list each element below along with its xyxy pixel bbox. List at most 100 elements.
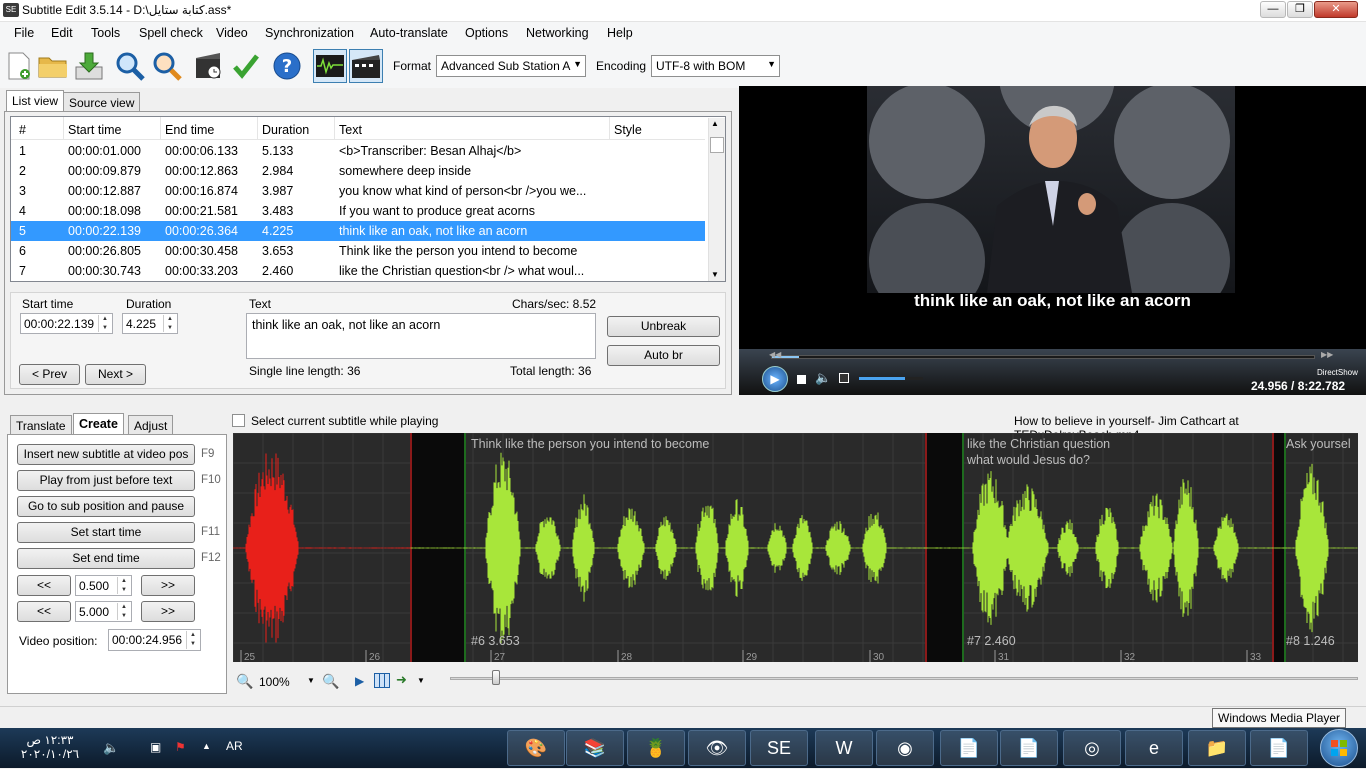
document-icon[interactable]: 📄 — [1000, 730, 1058, 766]
waveform-toggle-icon[interactable] — [313, 49, 347, 83]
table-row[interactable]: 6 00:00:26.805 00:00:30.458 3.653 Think like… — [11, 241, 705, 261]
subtitle-edit-icon[interactable]: SE — [750, 730, 808, 766]
col-number[interactable]: # — [19, 123, 26, 137]
tab-source-view[interactable]: Source view — [63, 92, 141, 112]
select-while-playing-checkbox[interactable] — [232, 414, 245, 427]
grid-scrollbar[interactable]: ▲ ▼ — [708, 118, 725, 281]
set-start-time-button[interactable]: Set start time — [17, 522, 195, 543]
spell-check-icon[interactable] — [230, 50, 262, 82]
menu-options[interactable]: Options — [465, 26, 508, 40]
eye-icon[interactable]: 👁 — [688, 730, 746, 766]
fast-forward-icon[interactable]: ▶▶ — [1321, 350, 1333, 359]
set-end-time-button[interactable]: Set end time — [17, 548, 195, 569]
download-icon[interactable] — [73, 50, 105, 82]
network-tray-icon[interactable]: ▣ — [150, 740, 161, 754]
table-row[interactable]: 2 00:00:09.879 00:00:12.863 2.984 somewhere … — [11, 161, 705, 181]
auto-continue-dropdown-icon[interactable]: ▼ — [417, 676, 425, 685]
close-button[interactable]: ✕ — [1314, 1, 1358, 18]
chrome-folder-icon[interactable]: ◉ — [876, 730, 934, 766]
ie-icon[interactable]: e — [1125, 730, 1183, 766]
auto-br-button[interactable]: Auto br — [607, 345, 720, 366]
col-end-time[interactable]: End time — [165, 123, 214, 137]
menu-auto-translate[interactable]: Auto-translate — [370, 26, 448, 40]
prev-button[interactable]: < Prev — [19, 364, 80, 385]
volume-slider[interactable] — [859, 377, 923, 380]
video-position-field[interactable]: 00:00:24.956 ▲ ▼ — [108, 629, 201, 651]
subtitle-text-area[interactable]: think like an oak, not like an acorn — [246, 313, 596, 359]
video-seekbar[interactable] — [771, 355, 1315, 359]
minimize-button[interactable]: — — [1260, 1, 1286, 18]
menu-synchronization[interactable]: Synchronization — [265, 26, 354, 40]
fruit-icon[interactable]: 🍍 — [627, 730, 685, 766]
col-start-time[interactable]: Start time — [68, 123, 122, 137]
stop-icon[interactable] — [797, 375, 806, 384]
chrome-icon[interactable]: ◎ — [1063, 730, 1121, 766]
explorer-icon[interactable]: 📁 — [1188, 730, 1246, 766]
subtitle-grid[interactable]: # Start time End time Duration Text Styl… — [10, 116, 726, 282]
word-icon[interactable]: W — [815, 730, 873, 766]
duration-field[interactable]: 4.225 ▲ ▼ — [122, 313, 178, 334]
scroll-down-icon[interactable]: ▼ — [711, 270, 719, 279]
waveform-panel[interactable]: Think like the person you intend to beco… — [233, 433, 1358, 662]
taskbar-clock[interactable]: ١٢:٣٣ ص ٢٠٢٠/١٠/٢٦ — [10, 733, 90, 761]
table-row[interactable]: 3 00:00:12.887 00:00:16.874 3.987 you know w… — [11, 181, 705, 201]
volume-icon[interactable]: 🔈 — [815, 370, 831, 386]
waveform-position-thumb[interactable] — [492, 670, 500, 685]
scroll-thumb[interactable] — [710, 137, 724, 153]
step-forward-button-2[interactable]: >> — [141, 601, 195, 622]
video-player[interactable]: think like an oak, not like an acorn ◀◀ … — [739, 86, 1366, 395]
step-field-2[interactable]: 5.000 ▲ ▼ — [75, 601, 132, 622]
go-to-sub-button[interactable]: Go to sub position and pause — [17, 496, 195, 517]
rewind-icon[interactable]: ◀◀ — [769, 350, 781, 359]
visual-sync-icon[interactable] — [193, 50, 225, 82]
flag-tray-icon[interactable]: ⚑ — [175, 740, 186, 754]
col-duration[interactable]: Duration — [262, 123, 309, 137]
tab-adjust[interactable]: Adjust — [128, 415, 174, 435]
insert-new-subtitle-button[interactable]: Insert new subtitle at video pos — [17, 444, 195, 465]
find-icon[interactable] — [114, 50, 146, 82]
start-button[interactable] — [1320, 729, 1358, 767]
open-folder-icon[interactable] — [37, 50, 69, 82]
scroll-up-icon[interactable]: ▲ — [711, 119, 719, 128]
menu-networking[interactable]: Networking — [526, 26, 589, 40]
show-hidden-icons[interactable]: ▲ — [202, 741, 211, 751]
encoding-select[interactable]: UTF-8 with BOM ▼ — [651, 55, 780, 77]
next-button[interactable]: Next > — [85, 364, 146, 385]
document-icon[interactable]: 📄 — [1250, 730, 1308, 766]
table-row[interactable]: 5 00:00:22.139 00:00:26.364 4.225 think like… — [11, 221, 705, 241]
tab-list-view[interactable]: List view — [6, 90, 65, 112]
document-icon[interactable]: 📄 — [940, 730, 998, 766]
fullscreen-icon[interactable] — [839, 373, 849, 383]
maximize-button[interactable]: ❐ — [1287, 1, 1313, 18]
col-text[interactable]: Text — [339, 123, 362, 137]
play-before-text-button[interactable]: Play from just before text — [17, 470, 195, 491]
new-file-icon[interactable] — [3, 50, 35, 82]
tab-create[interactable]: Create — [73, 413, 124, 435]
zoom-level[interactable]: 100% — [259, 675, 290, 689]
winrar-icon[interactable]: 📚 — [566, 730, 624, 766]
col-style[interactable]: Style — [614, 123, 642, 137]
step-forward-button-1[interactable]: >> — [141, 575, 195, 596]
zoom-in-icon[interactable]: 🔍 — [322, 673, 339, 690]
menu-spell-check[interactable]: Spell check — [139, 26, 203, 40]
play-icon[interactable]: ▶ — [762, 366, 788, 392]
replace-icon[interactable] — [151, 50, 183, 82]
tab-translate[interactable]: Translate — [10, 415, 72, 435]
play-selection-icon[interactable]: ▶ — [355, 674, 364, 688]
menu-file[interactable]: File — [14, 26, 34, 40]
step-back-button-2[interactable]: << — [17, 601, 71, 622]
language-indicator[interactable]: AR — [226, 739, 243, 753]
menu-edit[interactable]: Edit — [51, 26, 73, 40]
menu-video[interactable]: Video — [216, 26, 248, 40]
paint-icon[interactable]: 🎨 — [507, 730, 565, 766]
zoom-out-icon[interactable]: 🔍 — [236, 673, 253, 690]
step-field-1[interactable]: 0.500 ▲ ▼ — [75, 575, 132, 596]
volume-tray-icon[interactable]: 🔈 — [103, 740, 119, 756]
video-toggle-icon[interactable] — [349, 49, 383, 83]
zoom-dropdown-icon[interactable]: ▼ — [307, 676, 315, 685]
table-row[interactable]: 7 00:00:30.743 00:00:33.203 2.460 like the C… — [11, 261, 705, 281]
auto-continue-icon[interactable]: ➜ — [396, 672, 407, 688]
help-icon[interactable]: ? — [271, 50, 303, 82]
unbreak-button[interactable]: Unbreak — [607, 316, 720, 337]
waveform-position-slider[interactable] — [450, 677, 1358, 680]
